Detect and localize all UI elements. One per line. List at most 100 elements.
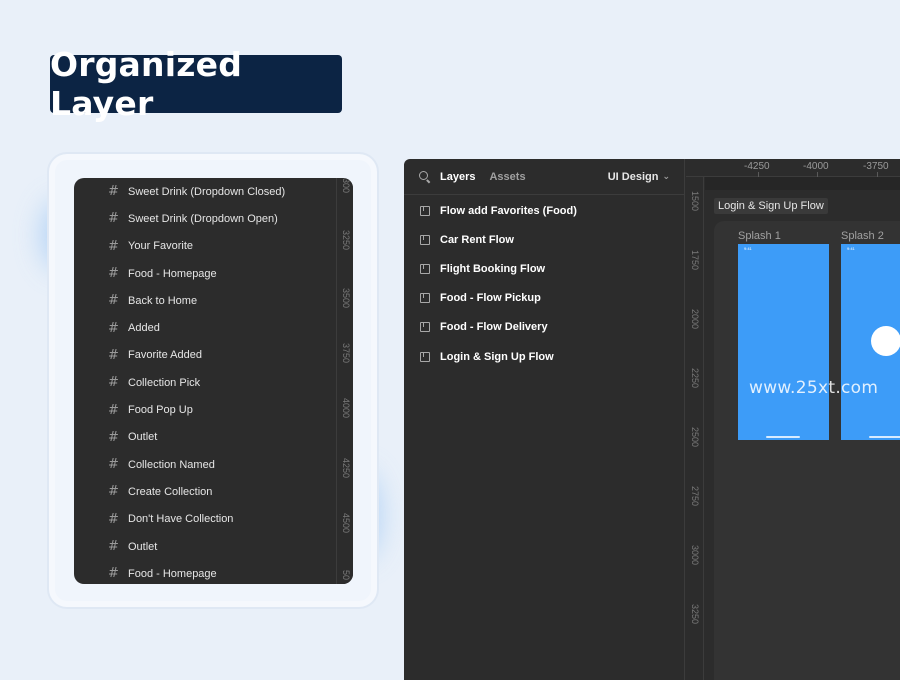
hash-icon: #: [108, 211, 119, 227]
layer-list-item[interactable]: # Added: [74, 314, 336, 341]
ruler-tick-label: 4250: [341, 458, 351, 479]
frame-layer-item[interactable]: Flight Booking Flow: [404, 254, 684, 283]
layer-list-item[interactable]: # Sweet Drink (Dropdown Closed): [74, 178, 336, 205]
ruler-tick-label: 4500: [341, 513, 351, 534]
tab-assets[interactable]: Assets: [489, 171, 525, 183]
ruler-tick-label: 3250: [341, 230, 351, 251]
layer-list-item[interactable]: # Food - Homepage: [74, 560, 336, 584]
status-time: 9:41: [744, 246, 752, 251]
frame-layer-label: Food - Flow Delivery: [440, 321, 548, 334]
layer-list: # Sweet Drink (Dropdown Closed) # Sweet Dri…: [74, 178, 336, 584]
layer-list-item[interactable]: # Outlet: [74, 533, 336, 560]
frame-icon: [420, 322, 430, 333]
layer-list-item-label: Back to Home: [128, 294, 198, 307]
frame-icon: [420, 234, 430, 245]
hash-icon: #: [108, 511, 119, 527]
layers-header: Layers Assets UI Design ⌄: [404, 159, 684, 195]
screen-label-splash-1[interactable]: Splash 1: [738, 230, 781, 242]
hash-icon: #: [108, 566, 119, 582]
frame-icon: [420, 205, 430, 216]
layer-list-item-label: Food Pop Up: [128, 404, 193, 417]
frame-layer-label: Login & Sign Up Flow: [440, 350, 554, 363]
layer-list-item-label: Favorite Added: [128, 349, 202, 362]
ruler-tick-label: 2250: [690, 368, 700, 389]
hash-icon: #: [108, 429, 119, 445]
frame-layer-item[interactable]: Car Rent Flow: [404, 225, 684, 254]
ruler-tick-label: 2000: [690, 309, 700, 330]
layer-list-item-label: Collection Named: [128, 458, 215, 471]
layer-list-item[interactable]: # Create Collection: [74, 478, 336, 505]
flow-frame-label[interactable]: Login & Sign Up Flow: [714, 198, 828, 214]
layer-list-item[interactable]: # Food - Homepage: [74, 260, 336, 287]
ruler-tick-label: 2500: [690, 427, 700, 448]
hash-icon: #: [108, 539, 119, 554]
search-icon[interactable]: [418, 170, 432, 184]
home-indicator: [869, 436, 900, 438]
layer-list-item[interactable]: # Collection Pick: [74, 369, 336, 396]
layer-list-item[interactable]: # Don't Have Collection: [74, 506, 336, 533]
frame-layer-item[interactable]: Flow add Favorites (Food): [404, 196, 684, 225]
layer-list-item-label: Don't Have Collection: [128, 513, 234, 526]
layer-list-item-label: Outlet: [128, 431, 158, 444]
status-time: 9:41: [847, 246, 855, 251]
frame-list: Flow add Favorites (Food) Car Rent Flow Fl…: [404, 195, 684, 371]
screen-splash-1[interactable]: 9:41: [738, 244, 829, 440]
layer-list-item-label: Create Collection: [128, 485, 213, 498]
page-select-label: UI Design: [607, 170, 659, 183]
ruler-tick-label: 1750: [690, 250, 700, 271]
tab-layers[interactable]: Layers: [440, 171, 475, 183]
watermark: www.25xt.com: [749, 378, 879, 398]
layer-list-item[interactable]: # Your Favorite: [74, 233, 336, 260]
hash-icon: #: [108, 320, 119, 336]
ruler-tick-label: -4000: [803, 161, 829, 172]
frame-layer-label: Flow add Favorites (Food): [440, 204, 577, 217]
screen-splash-2[interactable]: 9:41: [841, 244, 900, 440]
layer-list-item-label: Sweet Drink (Dropdown Closed): [128, 185, 286, 198]
hash-icon: #: [108, 266, 119, 282]
frame-icon: [420, 351, 430, 362]
layer-list-item-label: Added: [128, 322, 160, 335]
layer-list-item-label: Food - Homepage: [128, 567, 217, 580]
chevron-down-icon: ⌄: [662, 171, 670, 181]
page-title-badge: Organized Layer: [50, 45, 342, 123]
frame-layer-label: Food - Flow Pickup: [440, 292, 541, 305]
ruler-tick-label: 1500: [690, 191, 700, 212]
page-select-dropdown[interactable]: UI Design ⌄: [608, 171, 670, 183]
organized-layer-list-panel: # Sweet Drink (Dropdown Closed) # Sweet Dri…: [74, 178, 353, 584]
layer-list-item[interactable]: # Back to Home: [74, 287, 336, 314]
hash-icon: #: [108, 184, 119, 200]
vertical-ruler: 300 3250 3500 3750 4000 4250 4500 50: [336, 178, 353, 584]
hash-icon: #: [108, 484, 119, 500]
layer-list-item[interactable]: # Sweet Drink (Dropdown Open): [74, 205, 336, 232]
hash-icon: #: [108, 347, 119, 363]
frame-icon: [420, 293, 430, 304]
vertical-ruler: 1500 1750 2000 2250 2500 2750 3000 3250: [686, 177, 704, 680]
home-indicator: [766, 436, 800, 438]
design-tool-window: Layers Assets UI Design ⌄ Flow add Favor…: [404, 159, 900, 680]
hash-icon: #: [108, 238, 119, 254]
screen-label-splash-2[interactable]: Splash 2: [841, 230, 884, 242]
canvas-area[interactable]: -4250 -4000 -3750 1500 1750 2000 2250 2500 2750…: [686, 159, 900, 680]
layer-list-item-label: Food - Homepage: [128, 267, 217, 280]
layer-list-item[interactable]: # Favorite Added: [74, 342, 336, 369]
frame-layer-item[interactable]: Food - Flow Pickup: [404, 284, 684, 313]
canvas-stripe: [705, 177, 900, 190]
hash-icon: #: [108, 457, 119, 473]
layer-list-item-label: Collection Pick: [128, 376, 201, 389]
frame-icon: [420, 263, 430, 274]
horizontal-ruler: -4250 -4000 -3750: [686, 159, 900, 177]
ruler-tick-label: 4000: [341, 398, 351, 419]
layers-sidebar: Layers Assets UI Design ⌄ Flow add Favor…: [404, 159, 685, 680]
ruler-tick-label: 50: [341, 570, 351, 581]
hash-icon: #: [108, 293, 119, 309]
layer-list-item[interactable]: # Collection Named: [74, 451, 336, 478]
ruler-tick-label: 3750: [341, 343, 351, 364]
ruler-tick-label: -4250: [744, 161, 770, 172]
layer-list-item-label: Sweet Drink (Dropdown Open): [128, 212, 278, 225]
page-title: Organized Layer: [50, 45, 243, 123]
frame-layer-item[interactable]: Login & Sign Up Flow: [404, 342, 684, 371]
frame-layer-item[interactable]: Food - Flow Delivery: [404, 313, 684, 342]
layer-list-item[interactable]: # Food Pop Up: [74, 396, 336, 423]
ruler-tick-label: -3750: [863, 161, 889, 172]
layer-list-item[interactable]: # Outlet: [74, 424, 336, 451]
